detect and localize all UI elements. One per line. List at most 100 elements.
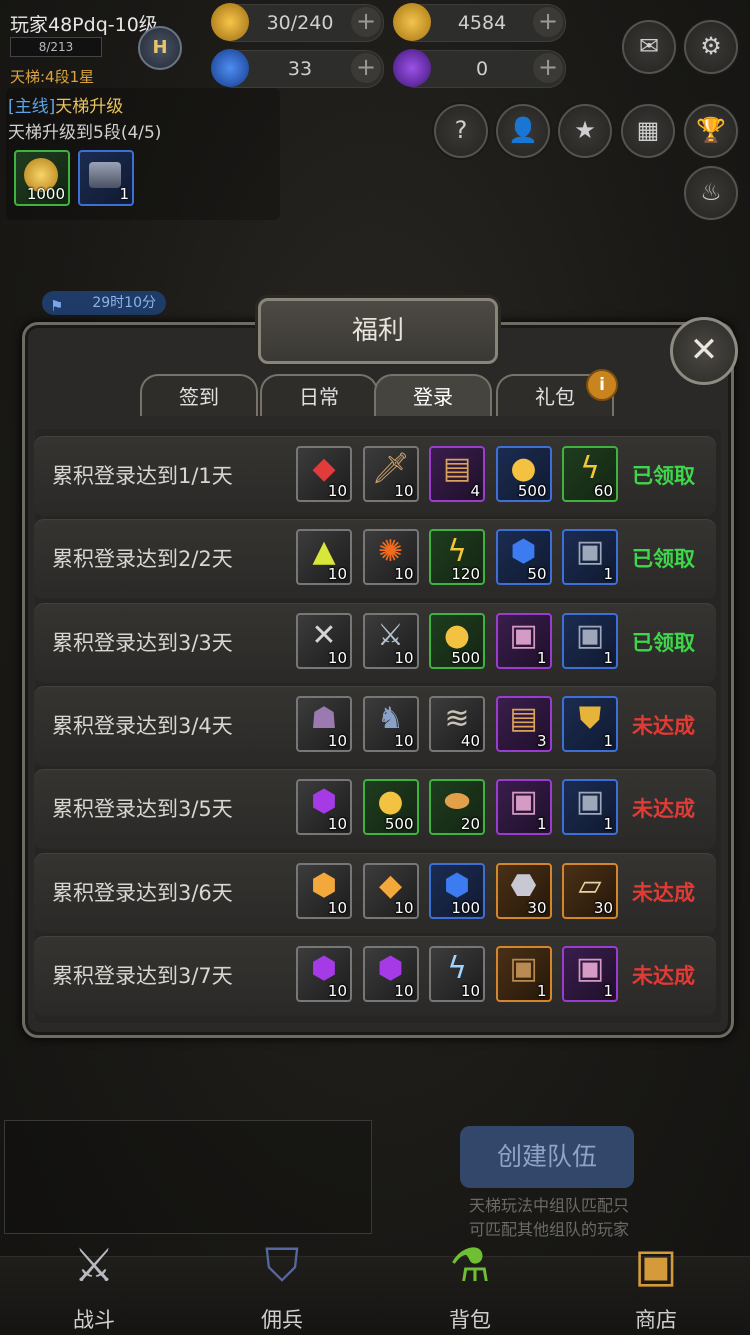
reward-item[interactable]: ◆ 10	[296, 446, 352, 502]
gear-icon[interactable]: ⚙	[684, 20, 738, 74]
reward-row: 累积登录达到3/6天 ⬢ 10 ◆ 10 ⬢ 100 ⬣ 30 ▱ 30 未达成	[34, 852, 716, 933]
tab-login[interactable]: 登录	[374, 374, 492, 416]
nav-label: 商店	[635, 1308, 677, 1332]
claim-status[interactable]: 已领取	[632, 519, 695, 599]
item-count: 10	[327, 482, 347, 500]
blue-gem-icon: ⬢	[443, 867, 471, 903]
claim-status[interactable]: 未达成	[632, 853, 695, 933]
add-energy-button[interactable]: +	[351, 7, 381, 37]
reward-row: 累积登录达到3/7天 ⬢ 10 ⬢ 10 ϟ 10 ▣ 1 ▣ 1 未达成	[34, 935, 716, 1016]
nav-bag[interactable]: ⚗ 背包	[410, 1232, 530, 1332]
hero-group-icon: ☗	[310, 700, 338, 736]
create-team-button[interactable]: 创建队伍	[460, 1126, 634, 1188]
reward-item[interactable]: ⬢ 10	[296, 945, 352, 1002]
reward-item[interactable]: ⬬ 20	[429, 779, 485, 836]
reward-item[interactable]: ▲ 10	[296, 529, 352, 586]
gold-counter: 4584 +	[393, 3, 566, 42]
claim-status[interactable]: 未达成	[632, 769, 695, 849]
add-gold-button[interactable]: +	[533, 7, 563, 37]
item-count: 50	[527, 565, 547, 584]
reward-item[interactable]: ⚔ 10	[362, 612, 419, 669]
close-icon[interactable]: ✕	[670, 317, 738, 385]
trophy-icon[interactable]: 🏆	[684, 104, 738, 158]
info-icon[interactable]: i	[586, 369, 618, 401]
reward-item[interactable]: ✺ 10	[362, 529, 419, 586]
reward-row: 累积登录达到3/5天 ⬢ 10 ● 500 ⬬ 20 ▣ 1 ▣ 1 未达成	[34, 769, 716, 850]
reward-item[interactable]: ⛊ 1	[562, 695, 618, 752]
row-label: 累积登录达到2/2天	[52, 547, 233, 572]
reward-item[interactable]: ♞ 10	[362, 695, 419, 752]
flag-icon: ⚑	[50, 297, 64, 315]
reward-item[interactable]: ⬢ 10	[362, 945, 419, 1002]
mail-icon[interactable]: ✉	[622, 20, 676, 74]
reward-item[interactable]: ⬢ 10	[296, 779, 352, 836]
reward-item[interactable]: ⬣ 30	[495, 862, 552, 919]
item-count: 1	[536, 648, 547, 667]
energy-icon	[211, 3, 249, 41]
gem-counter: 33 +	[211, 49, 384, 88]
item-count: 1	[536, 981, 547, 1000]
quest-reward-chest[interactable]: 1	[78, 150, 134, 206]
row-label: 累积登录达到3/5天	[52, 797, 233, 822]
item-count: 10	[460, 981, 480, 1000]
reward-item[interactable]: ▣ 1	[562, 612, 618, 669]
reward-item[interactable]: ⬢ 50	[495, 529, 552, 586]
item-count: 20	[460, 815, 480, 834]
reward-item[interactable]: ϟ 60	[562, 446, 618, 502]
nav-shop[interactable]: ▣ 商店	[596, 1232, 716, 1332]
reward-item[interactable]: ⬢ 10	[296, 862, 352, 919]
claim-status[interactable]: 未达成	[632, 936, 695, 1016]
reward-item[interactable]: ▣ 1	[495, 612, 552, 669]
flame-icon[interactable]: ♨	[684, 166, 738, 220]
tab-checkin[interactable]: 签到	[140, 374, 258, 416]
reward-count: 1000	[26, 185, 65, 203]
reward-item[interactable]: ✕ 10	[296, 612, 352, 669]
quest-reward-gold[interactable]: 1000	[14, 150, 70, 206]
reward-item[interactable]: ⬢ 100	[429, 862, 485, 919]
lightning-icon: ϟ	[447, 950, 467, 986]
item-count: 10	[394, 981, 414, 1000]
reward-item[interactable]: ϟ 120	[429, 529, 485, 586]
reward-item[interactable]: ▤ 4	[429, 446, 485, 502]
nav-mercenary[interactable]: ⛉ 佣兵	[222, 1232, 342, 1332]
reward-item[interactable]: ≋ 40	[429, 695, 485, 752]
reward-item[interactable]: ▣ 1	[495, 945, 552, 1002]
cloth-icon: ≋	[444, 700, 470, 736]
reward-item[interactable]: ▣ 1	[562, 945, 618, 1002]
reward-item[interactable]: ▣ 1	[562, 779, 618, 836]
add-gem-button[interactable]: +	[351, 53, 381, 83]
item-count: 1	[603, 815, 613, 834]
reward-item[interactable]: ● 500	[495, 446, 552, 502]
reward-item[interactable]: ● 500	[362, 779, 419, 836]
purple-gem-icon	[393, 49, 431, 87]
quest-title: [主线]天梯升级	[8, 92, 123, 117]
reward-row: 累积登录达到3/4天 ☗ 10 ♞ 10 ≋ 40 ▤ 3 ⛊ 1 未达成	[34, 685, 716, 766]
add-crystal-button[interactable]: +	[533, 53, 563, 83]
profile-icon[interactable]: 👤	[496, 104, 550, 158]
chat-box[interactable]	[4, 1120, 372, 1234]
help-icon[interactable]: ?	[434, 104, 488, 158]
claim-status[interactable]: 已领取	[632, 436, 695, 516]
red-gem-icon: ◆	[312, 451, 336, 486]
reward-item[interactable]: 🗡 10	[362, 446, 419, 502]
reward-row: 累积登录达到3/3天 ✕ 10 ⚔ 10 ● 500 ▣ 1 ▣ 1 已领取	[34, 602, 716, 683]
reward-item[interactable]: ◆ 10	[362, 862, 419, 919]
reward-item[interactable]: ϟ 10	[429, 945, 485, 1002]
calendar-icon[interactable]: ▦	[621, 104, 675, 158]
quest-name: 天梯升级	[55, 97, 124, 117]
reward-item[interactable]: ▱ 30	[562, 862, 618, 919]
reward-item[interactable]: ▣ 1	[495, 779, 552, 836]
reward-item[interactable]: ● 500	[429, 612, 485, 669]
item-count: 10	[394, 648, 414, 667]
nav-battle[interactable]: ⚔ 战斗	[34, 1232, 154, 1332]
star-icon[interactable]: ★	[558, 104, 612, 158]
claim-status[interactable]: 已领取	[632, 603, 695, 683]
reward-item[interactable]: ▣ 1	[562, 529, 618, 586]
claim-status[interactable]: 未达成	[632, 686, 695, 766]
reward-item[interactable]: ▤ 3	[495, 695, 552, 752]
iron-chest-icon: ▣	[575, 617, 605, 653]
item-count: 500	[517, 482, 547, 500]
reward-item[interactable]: ☗ 10	[296, 695, 352, 752]
tab-daily[interactable]: 日常	[260, 374, 378, 416]
rank-badge-icon[interactable]: H	[138, 26, 182, 70]
